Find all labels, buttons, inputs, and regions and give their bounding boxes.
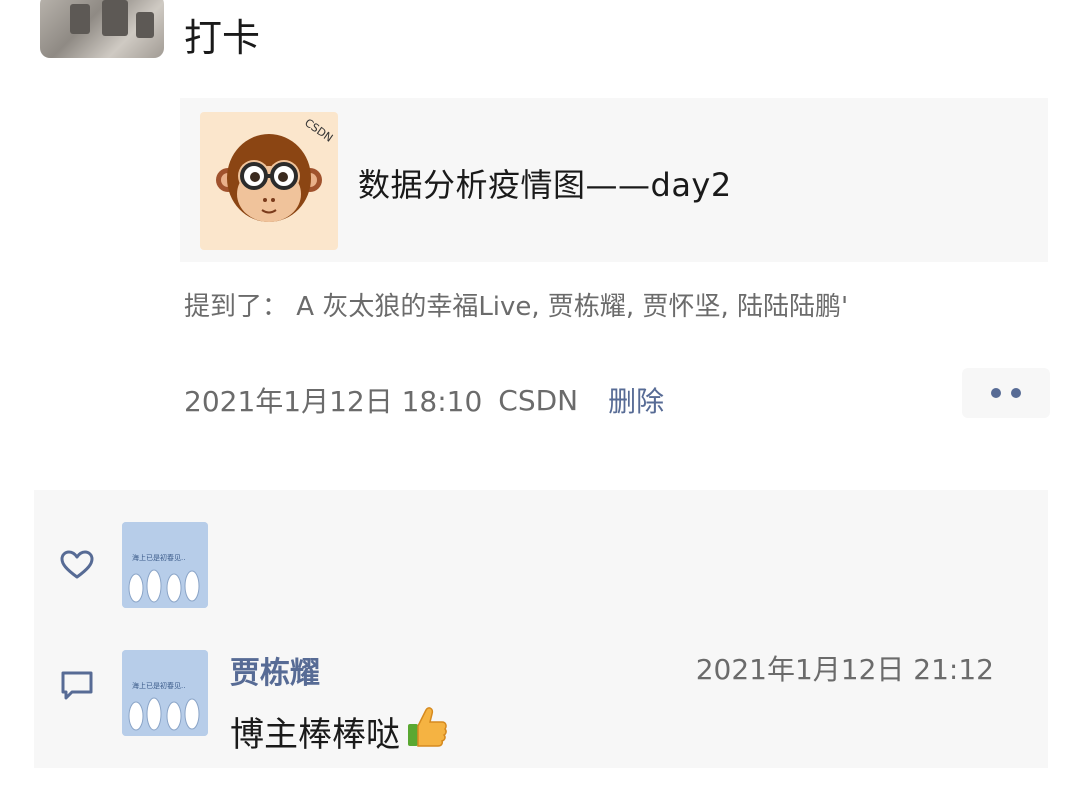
post-text: 打卡 xyxy=(184,16,261,60)
comment-time: 2021年1月12日 21:12 xyxy=(695,653,994,686)
post-source: CSDN xyxy=(498,383,579,417)
link-card-title: 数据分析疫情图——day2 xyxy=(358,166,732,204)
post-time: 2021年1月12日 18:10 xyxy=(184,385,483,418)
more-dots-icon[interactable] xyxy=(962,368,1050,418)
post-meta: 2021年1月12日 18:10 CSDN 删除 xyxy=(184,380,664,420)
post-author-avatar[interactable] xyxy=(40,0,164,58)
liker-avatar[interactable]: 海上已是初春见.. xyxy=(122,522,208,608)
comment-icon xyxy=(60,670,94,706)
svg-text:海上已是初春见..: 海上已是初春见.. xyxy=(132,553,185,562)
svg-text:海上已是初春见..: 海上已是初春见.. xyxy=(132,681,185,690)
csdn-monkey-icon: CSDN xyxy=(200,112,338,250)
comment-body: 博主棒棒哒 xyxy=(230,715,400,755)
heart-icon xyxy=(60,550,94,584)
thumbs-up-icon xyxy=(404,704,448,759)
comment-text[interactable]: 博主棒棒哒 xyxy=(230,704,448,759)
commenter-avatar[interactable]: 海上已是初春见.. xyxy=(122,650,208,736)
shared-link-card[interactable]: CSDN 数据分析疫情图——day2 xyxy=(180,98,1048,262)
mention-text: 提到了： A 灰太狼的幸福Live, 贾栋耀, 贾怀坚, 陆陆陆鹏' xyxy=(184,292,849,322)
moments-feed: 打卡 CSDN 数据分析疫情图——day2 提到了： A 灰太狼的幸福Live,… xyxy=(0,0,1080,797)
comment-author[interactable]: 贾栋耀 xyxy=(230,648,320,692)
likes-comments-panel: 海上已是初春见.. 海上已是初春见.. 贾栋耀 2021年1月12日 21:12… xyxy=(34,490,1048,768)
delete-button[interactable]: 删除 xyxy=(608,380,664,420)
